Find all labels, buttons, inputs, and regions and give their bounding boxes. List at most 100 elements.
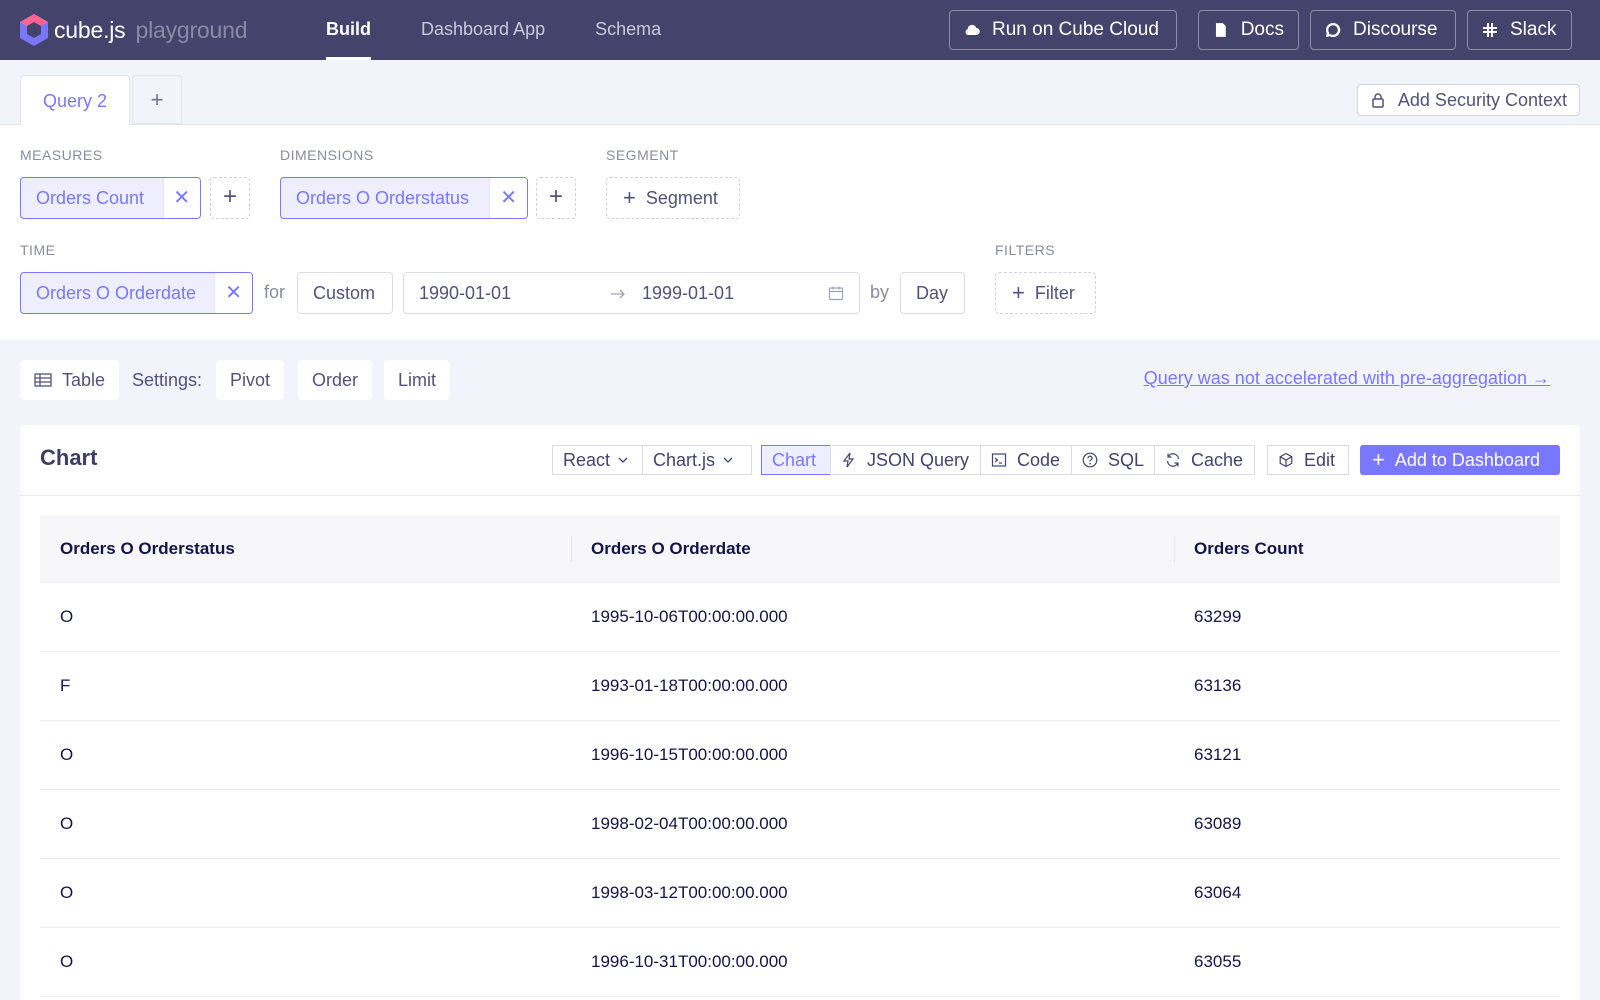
date-range-select[interactable]: Custom (297, 272, 393, 314)
table-row: O 1995-10-06T00:00:00.000 63299 (40, 583, 1560, 652)
nav-build[interactable]: Build (326, 0, 371, 60)
cell-orderstatus: O (60, 952, 74, 971)
arrow-right-icon (611, 289, 625, 299)
plus-icon: + (623, 185, 636, 210)
cell-orderstatus: O (60, 883, 74, 902)
card-divider (20, 495, 1580, 496)
cell-orderstatus: O (60, 745, 74, 764)
cell-orderstatus: O (60, 814, 74, 833)
add-segment-button[interactable]: + Segment (606, 177, 740, 219)
add-dimension-button[interactable]: + (536, 177, 576, 219)
docs-button[interactable]: Docs (1198, 10, 1299, 50)
top-navbar: cube.js playground Build Dashboard App S… (0, 0, 1600, 60)
dimension-pill-label: Orders O Orderstatus (296, 188, 470, 208)
date-range-picker[interactable]: 1990-01-01 1999-01-01 (403, 272, 860, 314)
date-to-input[interactable]: 1999-01-01 (642, 273, 734, 313)
cube-icon (1279, 452, 1293, 468)
cell-count: 63121 (1194, 745, 1242, 764)
by-text: by (870, 282, 890, 302)
tab-code[interactable]: Code (980, 445, 1072, 475)
terminal-icon (991, 453, 1007, 467)
chevron-down-icon (618, 457, 628, 463)
cell-count: 63299 (1194, 607, 1242, 626)
table-row: O 1996-10-15T00:00:00.000 63121 (40, 721, 1560, 790)
remove-dimension-icon[interactable]: ✕ (489, 178, 527, 218)
cell-orderstatus: F (60, 676, 71, 695)
cell-count: 63089 (1194, 814, 1242, 833)
tab-sql[interactable]: SQL (1071, 445, 1155, 475)
add-measure-button[interactable]: + (210, 177, 250, 219)
filter-button-label: Filter (1034, 282, 1075, 303)
cache-label: Cache (1191, 450, 1244, 470)
time-dimension-pill[interactable]: Orders O Orderdate ✕ (20, 272, 253, 314)
column-header-orderdate[interactable]: Orders O Orderdate (571, 515, 1174, 583)
remove-time-dimension-icon[interactable]: ✕ (214, 273, 252, 313)
chevron-down-icon (723, 457, 733, 463)
settings-row: Table Settings: Pivot Order Limit Query … (0, 340, 1600, 426)
plus-icon: + (1372, 447, 1385, 472)
add-to-dashboard-button[interactable]: + Add to Dashboard (1360, 445, 1560, 475)
table-header: Orders O Orderstatus Orders O Orderdate … (40, 515, 1560, 583)
time-label: TIME (20, 242, 56, 258)
run-on-cube-cloud-button[interactable]: Run on Cube Cloud (949, 10, 1177, 50)
chart-library-dropdown[interactable]: Chart.js (642, 445, 752, 475)
cell-orderdate: 1996-10-31T00:00:00.000 (591, 952, 788, 971)
tab-json-query[interactable]: JSON Query (830, 445, 981, 475)
measure-pill[interactable]: Orders Count ✕ (20, 177, 201, 219)
edit-label: Edit (1304, 450, 1336, 470)
sql-label: SQL (1107, 450, 1144, 470)
slack-label: Slack (1510, 19, 1557, 40)
docs-label: Docs (1240, 19, 1284, 40)
pre-aggregation-link[interactable]: Query was not accelerated with pre-aggre… (1144, 368, 1550, 389)
calendar-icon[interactable] (828, 285, 844, 301)
segment-label: SEGMENT (606, 147, 679, 163)
lightning-icon (842, 452, 855, 468)
add-filter-button[interactable]: + Filter (995, 272, 1096, 314)
run-on-cube-cloud-label: Run on Cube Cloud (992, 19, 1159, 40)
cube-logo-icon (20, 14, 48, 46)
tab-cache[interactable]: Cache (1154, 445, 1255, 475)
limit-button[interactable]: Limit (384, 360, 451, 400)
tab-chart[interactable]: Chart (761, 445, 831, 475)
json-query-label: JSON Query (867, 450, 970, 470)
framework-dropdown[interactable]: React (552, 445, 643, 475)
tab-query-2[interactable]: Query 2 (20, 75, 130, 126)
cell-count: 63064 (1194, 883, 1242, 902)
add-to-dashboard-label: Add to Dashboard (1394, 449, 1540, 470)
table-view-label: Table (62, 370, 106, 390)
edit-button[interactable]: Edit (1267, 445, 1349, 475)
question-circle-icon (1082, 452, 1098, 468)
order-button[interactable]: Order (298, 360, 373, 400)
cell-orderdate: 1998-02-04T00:00:00.000 (591, 814, 788, 833)
table-row: O 1998-03-12T00:00:00.000 63064 (40, 859, 1560, 928)
cell-orderdate: 1993-01-18T00:00:00.000 (591, 676, 788, 695)
remove-measure-icon[interactable]: ✕ (162, 178, 200, 218)
dimensions-label: DIMENSIONS (280, 147, 374, 163)
cell-orderdate: 1996-10-15T00:00:00.000 (591, 745, 788, 764)
pivot-button[interactable]: Pivot (216, 360, 285, 400)
date-from-input[interactable]: 1990-01-01 (419, 273, 511, 313)
main-nav: Build Dashboard App Schema (326, 0, 711, 60)
add-security-context-button[interactable]: Add Security Context (1356, 84, 1580, 116)
table-view-button[interactable]: Table (20, 360, 120, 400)
logo[interactable]: cube.js playground (18, 10, 247, 50)
add-security-context-label: Add Security Context (1397, 89, 1567, 110)
cell-count: 63136 (1194, 676, 1242, 695)
dimension-pill[interactable]: Orders O Orderstatus ✕ (280, 177, 528, 219)
query-tab-bar: Query 2 + Add Security Context (0, 60, 1600, 126)
nav-dashboard-app[interactable]: Dashboard App (421, 0, 545, 60)
add-query-tab-button[interactable]: + (132, 75, 182, 124)
column-header-count[interactable]: Orders Count (1174, 515, 1560, 583)
code-label: Code (1017, 450, 1061, 470)
slack-button[interactable]: Slack (1467, 10, 1572, 50)
brand-sub: playground (135, 16, 248, 43)
cloud-icon (965, 24, 980, 36)
nav-schema[interactable]: Schema (595, 0, 661, 60)
discourse-button[interactable]: Discourse (1310, 10, 1456, 50)
slack-icon (1483, 23, 1497, 37)
chart-card: Chart React Chart.js Chart JSON Query Co… (20, 425, 1580, 1000)
granularity-select[interactable]: Day (900, 272, 965, 314)
cell-orderdate: 1998-03-12T00:00:00.000 (591, 883, 788, 902)
column-header-orderstatus[interactable]: Orders O Orderstatus (40, 515, 571, 583)
segment-button-label: Segment (645, 187, 718, 208)
